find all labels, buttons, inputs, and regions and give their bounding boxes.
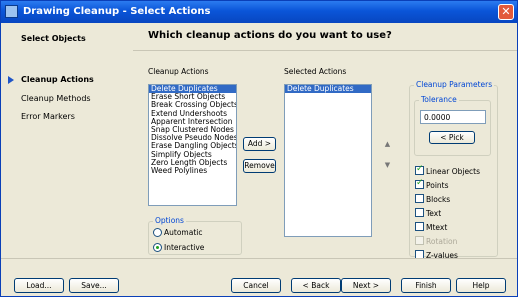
options-label: Options <box>153 216 186 225</box>
automatic-radio[interactable] <box>153 228 162 237</box>
cleanup-actions-label: Cleanup Actions <box>148 67 209 76</box>
cancel-button[interactable]: Cancel <box>231 278 281 293</box>
selected-actions-list[interactable]: Delete Duplicates <box>284 84 372 237</box>
blocks-label: Blocks <box>426 195 451 204</box>
list-item[interactable]: Delete Duplicates <box>285 85 371 94</box>
list-item[interactable]: Weed Polylines <box>149 166 236 175</box>
sidebar-item-error-markers[interactable]: Error Markers <box>21 112 75 121</box>
text-label: Text <box>426 209 442 218</box>
sidebar-item-select-objects[interactable]: Select Objects <box>21 34 86 43</box>
cleanup-parameters-label: Cleanup Parameters <box>414 80 495 89</box>
tolerance-input[interactable]: 0.0000 <box>420 110 486 124</box>
tolerance-group: Tolerance 0.0000 < Pick <box>414 95 491 156</box>
automatic-label: Automatic <box>164 228 203 237</box>
cleanup-parameters-group: Cleanup Parameters Tolerance 0.0000 < Pi… <box>409 80 498 260</box>
linear-objects-checkbox[interactable] <box>415 164 424 175</box>
footer-bar: Load... Save... Cancel < Back Next > Fin… <box>1 258 517 296</box>
sidebar-item-cleanup-methods[interactable]: Cleanup Methods <box>21 94 91 103</box>
add-button[interactable]: Add > <box>243 137 276 151</box>
points-checkbox[interactable] <box>415 178 424 189</box>
finish-button[interactable]: Finish <box>401 278 451 293</box>
move-down-icon[interactable]: ▼ <box>383 161 392 170</box>
help-button[interactable]: Help <box>456 278 506 293</box>
save-button[interactable]: Save... <box>69 278 119 293</box>
close-button[interactable]: ✕ <box>498 4 514 20</box>
page-question: Which cleanup actions do you want to use… <box>148 30 392 41</box>
selected-actions-label: Selected Actions <box>284 67 347 76</box>
back-button[interactable]: < Back <box>291 278 341 293</box>
move-up-icon[interactable]: ▲ <box>383 140 392 149</box>
mtext-checkbox[interactable] <box>415 222 424 231</box>
linear-objects-label: Linear Objects <box>426 167 481 176</box>
points-label: Points <box>426 181 449 190</box>
title-bar[interactable]: Drawing Cleanup - Select Actions ✕ <box>1 1 517 23</box>
cleanup-actions-list[interactable]: Delete Duplicates Erase Short Objects Br… <box>148 84 237 206</box>
header-divider <box>133 50 517 51</box>
wizard-sidebar: Select Objects Cleanup Actions Cleanup M… <box>1 23 133 258</box>
tolerance-label: Tolerance <box>419 95 459 104</box>
app-icon <box>5 5 18 18</box>
current-step-arrow-icon <box>8 76 14 84</box>
text-checkbox[interactable] <box>415 208 424 217</box>
interactive-label: Interactive <box>164 243 205 252</box>
rotation-checkbox <box>415 236 424 245</box>
rotation-label: Rotation <box>426 237 458 246</box>
interactive-radio[interactable] <box>153 243 162 252</box>
remove-button[interactable]: Remove <box>243 159 276 173</box>
drawing-cleanup-dialog: Drawing Cleanup - Select Actions ✕ Selec… <box>0 0 518 297</box>
next-button[interactable]: Next > <box>341 278 391 293</box>
window-title: Drawing Cleanup - Select Actions <box>23 6 211 17</box>
load-button[interactable]: Load... <box>14 278 64 293</box>
pick-button[interactable]: < Pick <box>429 131 475 144</box>
options-group: Options Automatic Interactive <box>148 216 242 255</box>
mtext-label: Mtext <box>426 223 448 232</box>
main-panel: Which cleanup actions do you want to use… <box>133 23 517 260</box>
sidebar-item-cleanup-actions[interactable]: Cleanup Actions <box>21 75 94 84</box>
footer-divider <box>1 258 517 259</box>
blocks-checkbox[interactable] <box>415 194 424 203</box>
